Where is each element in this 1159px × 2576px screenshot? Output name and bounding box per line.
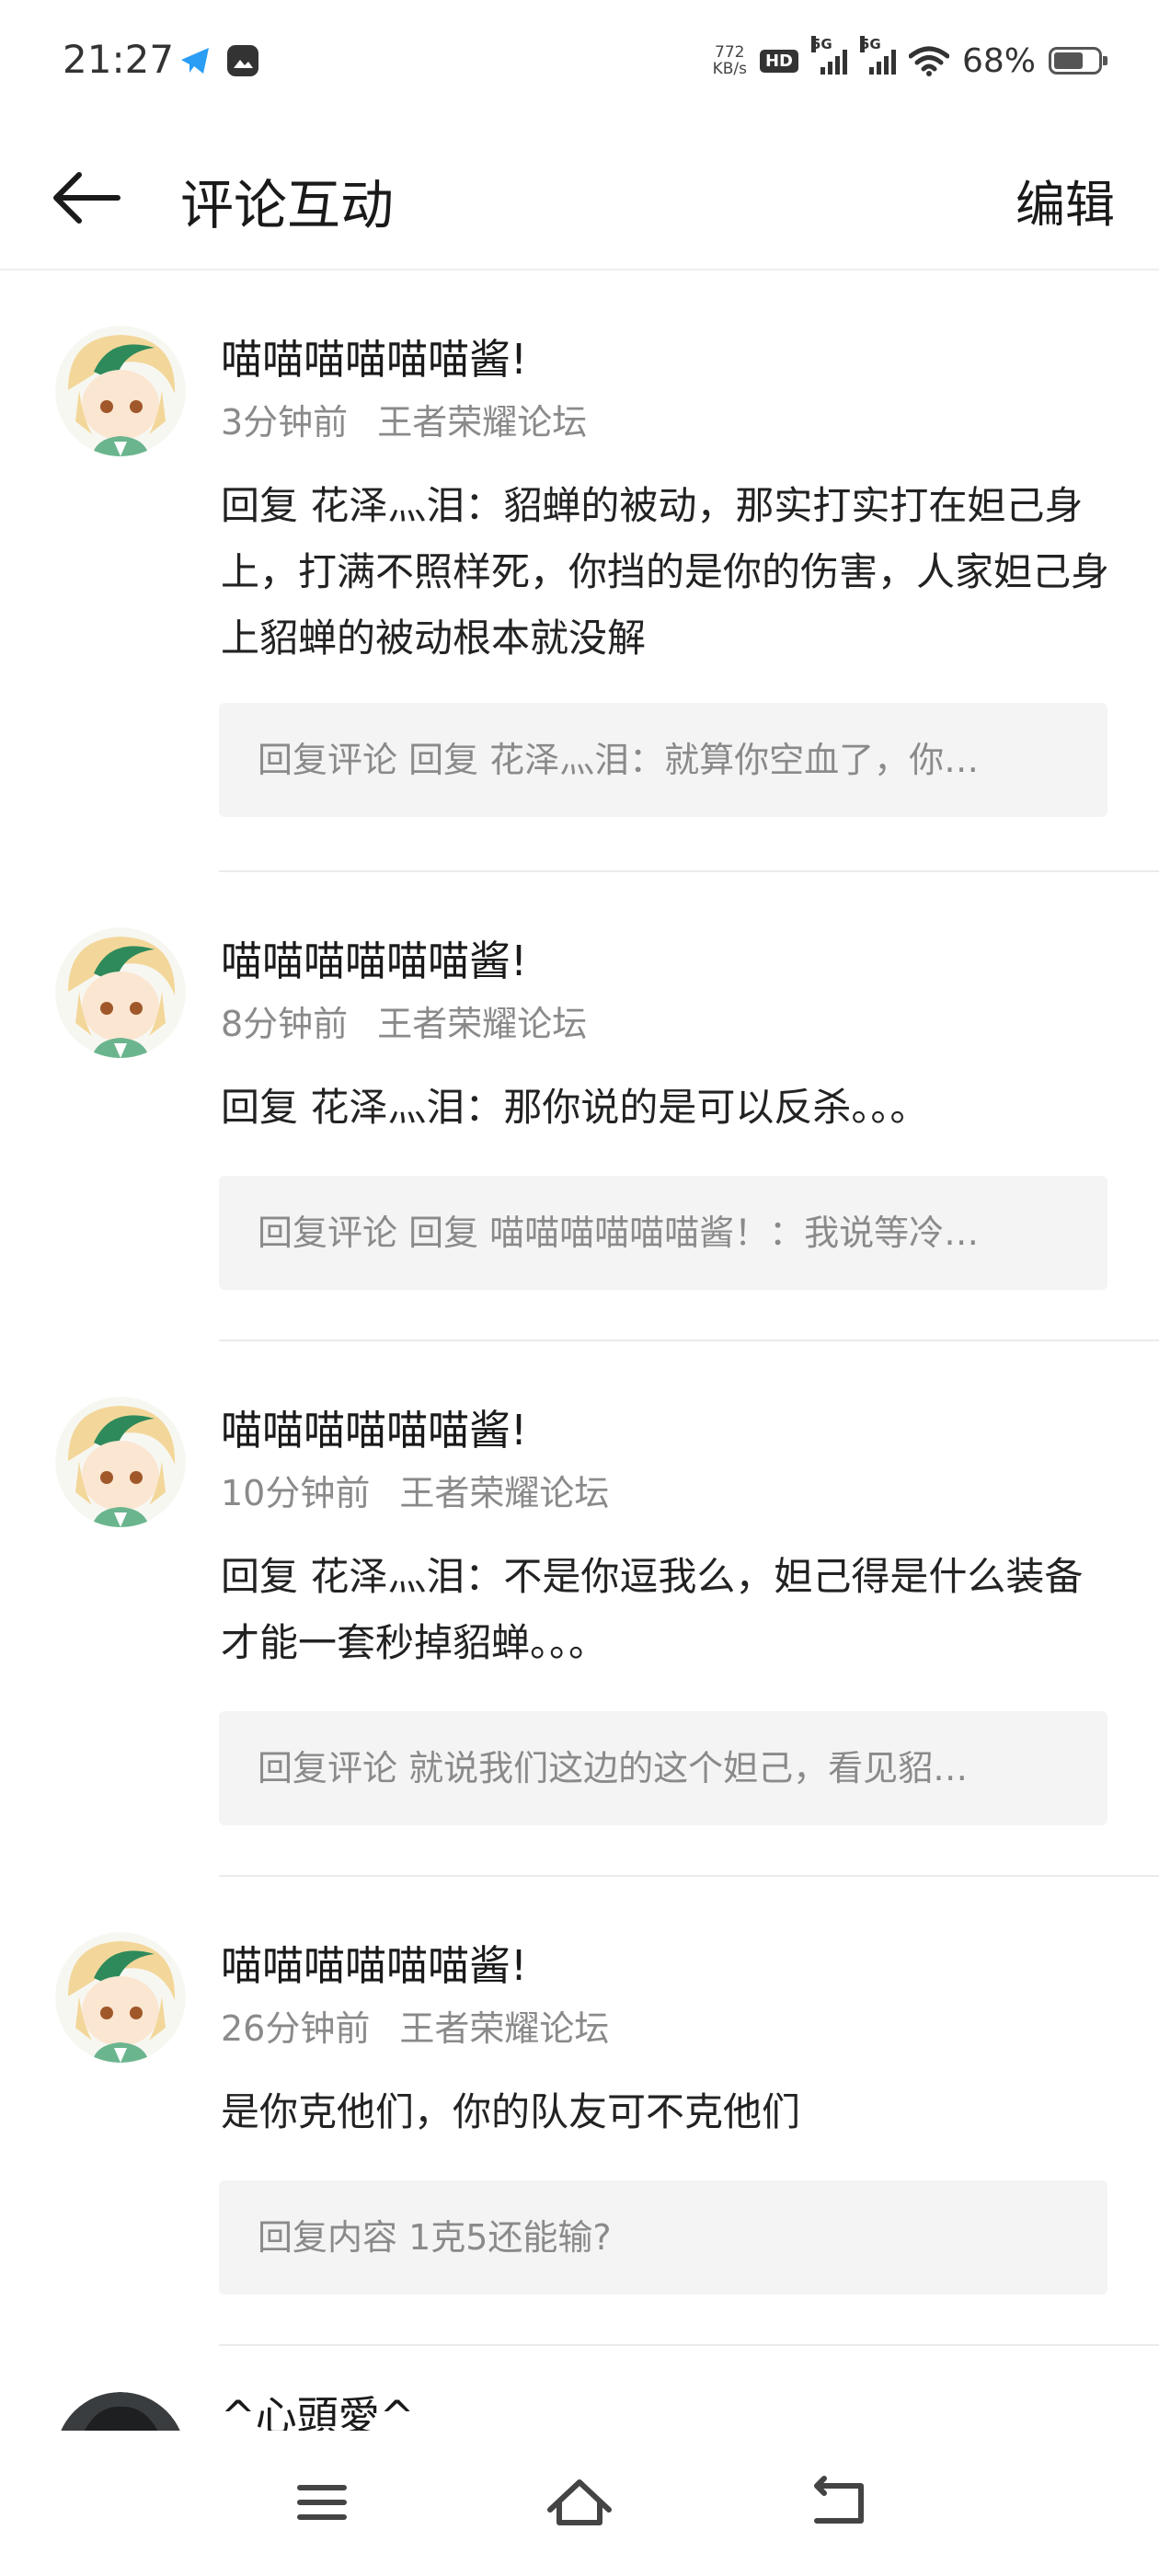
signal-5g-1-label: 5G [810, 36, 832, 52]
battery-icon [1049, 47, 1107, 75]
status-bar: 21:27 772 KB/s HD 5G 5G 68% [0, 0, 1159, 120]
comment-time: 3分钟前 [221, 402, 349, 443]
comment-forum[interactable]: 王者荣耀论坛 [377, 1004, 587, 1044]
avatar[interactable] [55, 927, 186, 1058]
wifi-icon [908, 46, 949, 76]
menu-icon[interactable] [276, 2466, 368, 2539]
comment-time: 8分钟前 [221, 1004, 349, 1044]
gallery-app-icon [227, 45, 258, 76]
comment-item[interactable]: ^心頭愛^ [0, 2346, 1159, 2431]
header: 评论互动 编辑 [0, 120, 1159, 270]
net-speed: 772 KB/s [713, 44, 747, 77]
comment-username[interactable]: 喵喵喵喵喵喵酱! [221, 1397, 527, 1456]
comment-item[interactable]: 喵喵喵喵喵喵酱! 3分钟前 王者荣耀论坛 回复 花泽灬泪：貂蝉的被动，那实打实打在… [0, 270, 1159, 872]
return-icon[interactable] [791, 2466, 883, 2539]
comment-forum[interactable]: 王者荣耀论坛 [399, 2008, 609, 2049]
home-icon[interactable] [534, 2466, 625, 2539]
comment-meta: 8分钟前 王者荣耀论坛 [221, 995, 587, 1046]
comment-time: 26分钟前 [221, 2008, 371, 2049]
comment-content[interactable]: 回复 花泽灬泪：不是你逗我么，妲己得是什么装备才能一套秒掉貂蝉。。。 [221, 1544, 1113, 1676]
comment-item[interactable]: 喵喵喵喵喵喵酱! 8分钟前 王者荣耀论坛 回复 花泽灬泪：那你说的是可以反杀。。。… [0, 872, 1159, 1341]
comment-forum[interactable]: 王者荣耀论坛 [377, 402, 587, 443]
quoted-reply[interactable]: 回复评论 就说我们这边的这个妲己，看见貂… [219, 1711, 1107, 1825]
comment-item[interactable]: 喵喵喵喵喵喵酱! 26分钟前 王者荣耀论坛 是你克他们，你的队友可不克他们 回复内… [0, 1877, 1159, 2346]
avatar[interactable] [55, 326, 186, 456]
comment-meta: 26分钟前 王者荣耀论坛 [221, 2000, 609, 2051]
avatar[interactable] [55, 1397, 186, 1527]
comment-content[interactable]: 是你克他们，你的队友可不克他们 [221, 2079, 1113, 2145]
quoted-reply[interactable]: 回复评论 回复 花泽灬泪：就算你空血了，你… [219, 703, 1107, 817]
comment-meta: 10分钟前 王者荣耀论坛 [221, 1465, 609, 1515]
edit-button[interactable]: 编辑 [1016, 164, 1115, 236]
signal-5g-2-label: 5G [859, 36, 881, 52]
battery-percent: 68% [961, 41, 1036, 80]
status-icons: 772 KB/s HD 5G 5G 68% [713, 36, 1107, 85]
net-speed-unit: KB/s [712, 60, 747, 78]
signal-5g-2-icon: 5G [859, 36, 896, 75]
net-speed-value: 772 [715, 43, 745, 62]
comment-content[interactable]: 回复 花泽灬泪：貂蝉的被动，那实打实打在妲己身上，打满不照样死，你挡的是你的伤害… [221, 473, 1113, 672]
battery-fill [1054, 52, 1083, 69]
comment-forum[interactable]: 王者荣耀论坛 [399, 1473, 609, 1513]
comment-time: 10分钟前 [221, 1473, 371, 1513]
telegram-icon [181, 48, 209, 74]
comment-item[interactable]: 喵喵喵喵喵喵酱! 10分钟前 王者荣耀论坛 回复 花泽灬泪：不是你逗我么，妲己得是… [0, 1341, 1159, 1877]
system-nav-bar [0, 2433, 1159, 2576]
comment-username[interactable]: 喵喵喵喵喵喵酱! [221, 326, 527, 385]
comment-username[interactable]: 喵喵喵喵喵喵酱! [221, 927, 527, 987]
avatar[interactable] [55, 1932, 186, 2063]
status-time: 21:27 [63, 37, 175, 82]
signal-5g-1-icon: 5G [810, 36, 847, 75]
comment-meta: 3分钟前 王者荣耀论坛 [221, 394, 587, 444]
comment-username[interactable]: ^心頭愛^ [221, 2383, 414, 2431]
comment-list[interactable]: 喵喵喵喵喵喵酱! 3分钟前 王者荣耀论坛 回复 花泽灬泪：貂蝉的被动，那实打实打在… [0, 270, 1159, 2431]
page-title: 评论互动 [180, 174, 395, 236]
comment-content[interactable]: 回复 花泽灬泪：那你说的是可以反杀。。。 [221, 1075, 1113, 1141]
quoted-reply[interactable]: 回复评论 回复 喵喵喵喵喵喵酱！：我说等冷… [219, 1176, 1107, 1290]
avatar[interactable] [55, 2392, 186, 2431]
arrow-left-icon[interactable] [46, 156, 129, 239]
comment-username[interactable]: 喵喵喵喵喵喵酱! [221, 1932, 527, 1992]
hd-icon: HD [759, 49, 798, 73]
quoted-reply[interactable]: 回复内容 1克5还能输? [219, 2180, 1107, 2294]
